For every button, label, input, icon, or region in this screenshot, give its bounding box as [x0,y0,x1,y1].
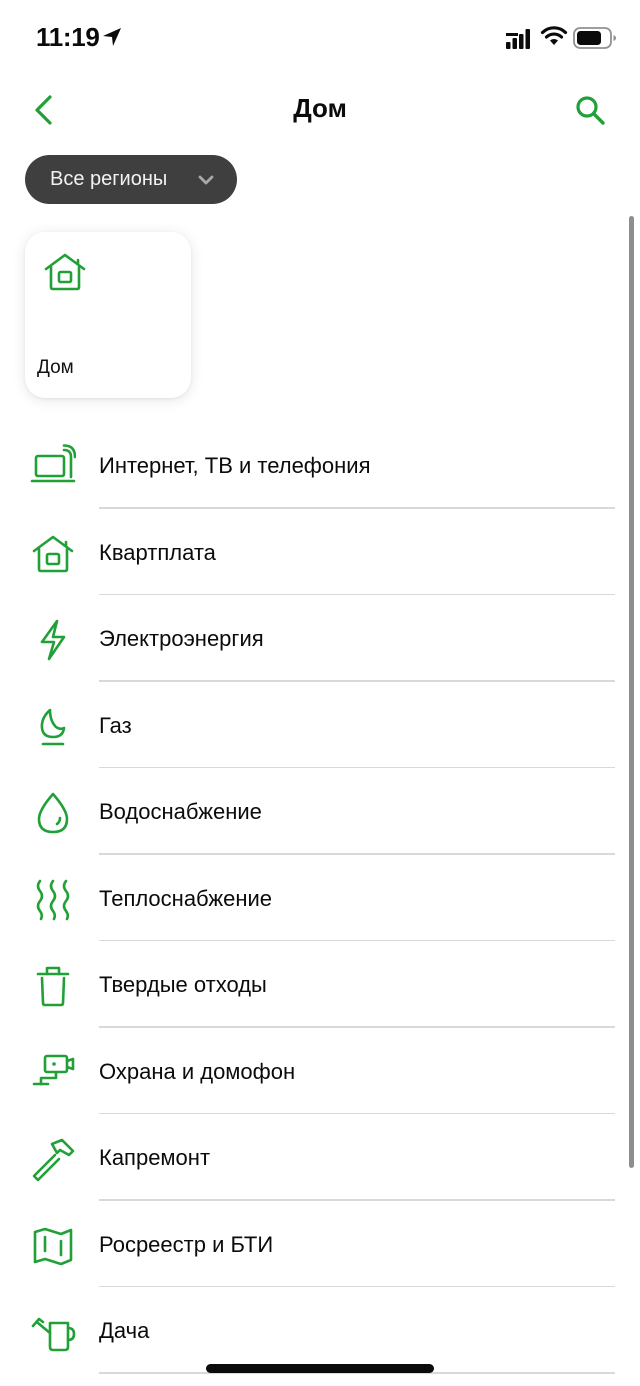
list-item-label: Теплоснабжение [99,885,273,911]
list-item-rent[interactable]: Квартплата [0,509,640,595]
hammer-icon [32,1138,75,1182]
status-time: 11:19 [36,22,100,52]
list-item-internet[interactable]: Интернет, ТВ и телефония [0,422,640,509]
list-item-heating[interactable]: Теплоснабжение [0,855,640,941]
location-arrow-icon [103,28,121,46]
cellular-signal-icon [506,29,530,49]
flame-icon [40,708,66,745]
list-item-label: Интернет, ТВ и телефония [99,453,371,478]
security-camera-icon [32,1054,75,1085]
screen: 11:19 Дом Все регионы Дом Интернет, ТВ и… [0,0,640,1386]
trash-bin-icon [36,966,70,1007]
status-bar: 11:19 [0,0,640,80]
region-filter-label: Все регионы [50,168,168,190]
laptop-signal-icon [30,444,76,483]
scrollbar[interactable] [629,216,634,1168]
category-list: Интернет, ТВ и телефония Квартплата Элек… [0,422,640,1374]
house-icon [44,253,86,291]
list-item-label: Охрана и домофон [99,1058,296,1084]
category-card-home[interactable]: Дом [25,232,191,398]
heat-waves-icon [36,879,70,920]
page-title: Дом [293,93,347,123]
list-item-water[interactable]: Водоснабжение [0,768,640,855]
list-item-label: Твердые отходы [99,972,267,997]
battery-icon [573,27,616,49]
water-drop-icon [37,792,69,834]
navigation-bar: Дом [0,80,640,140]
chevron-down-icon [198,175,214,185]
list-item-electricity[interactable]: Электроэнергия [0,595,640,682]
list-item-capital-repair[interactable]: Капремонт [0,1114,640,1201]
list-item-label: Газ [99,712,132,738]
wifi-icon [540,26,568,45]
category-card-label: Дом [37,357,74,378]
search-icon[interactable] [572,92,608,128]
watering-can-icon [31,1317,76,1352]
house-icon [32,535,74,572]
home-indicator[interactable] [206,1364,434,1373]
list-item-dacha[interactable]: Дача [0,1287,640,1374]
list-item-label: Квартплата [99,539,216,565]
list-item-label: Водоснабжение [99,799,262,824]
list-item-security[interactable]: Охрана и домофон [0,1028,640,1114]
list-item-rosreestr[interactable]: Росреестр и БТИ [0,1201,640,1287]
list-item-waste[interactable]: Твердые отходы [0,941,640,1028]
map-icon [33,1227,73,1265]
list-item-gas[interactable]: Газ [0,682,640,768]
list-item-label: Дача [99,1318,150,1343]
lightning-icon [40,619,66,661]
list-item-label: Капремонт [99,1145,211,1170]
list-item-label: Электроэнергия [99,626,264,651]
list-item-label: Росреестр и БТИ [99,1231,274,1257]
